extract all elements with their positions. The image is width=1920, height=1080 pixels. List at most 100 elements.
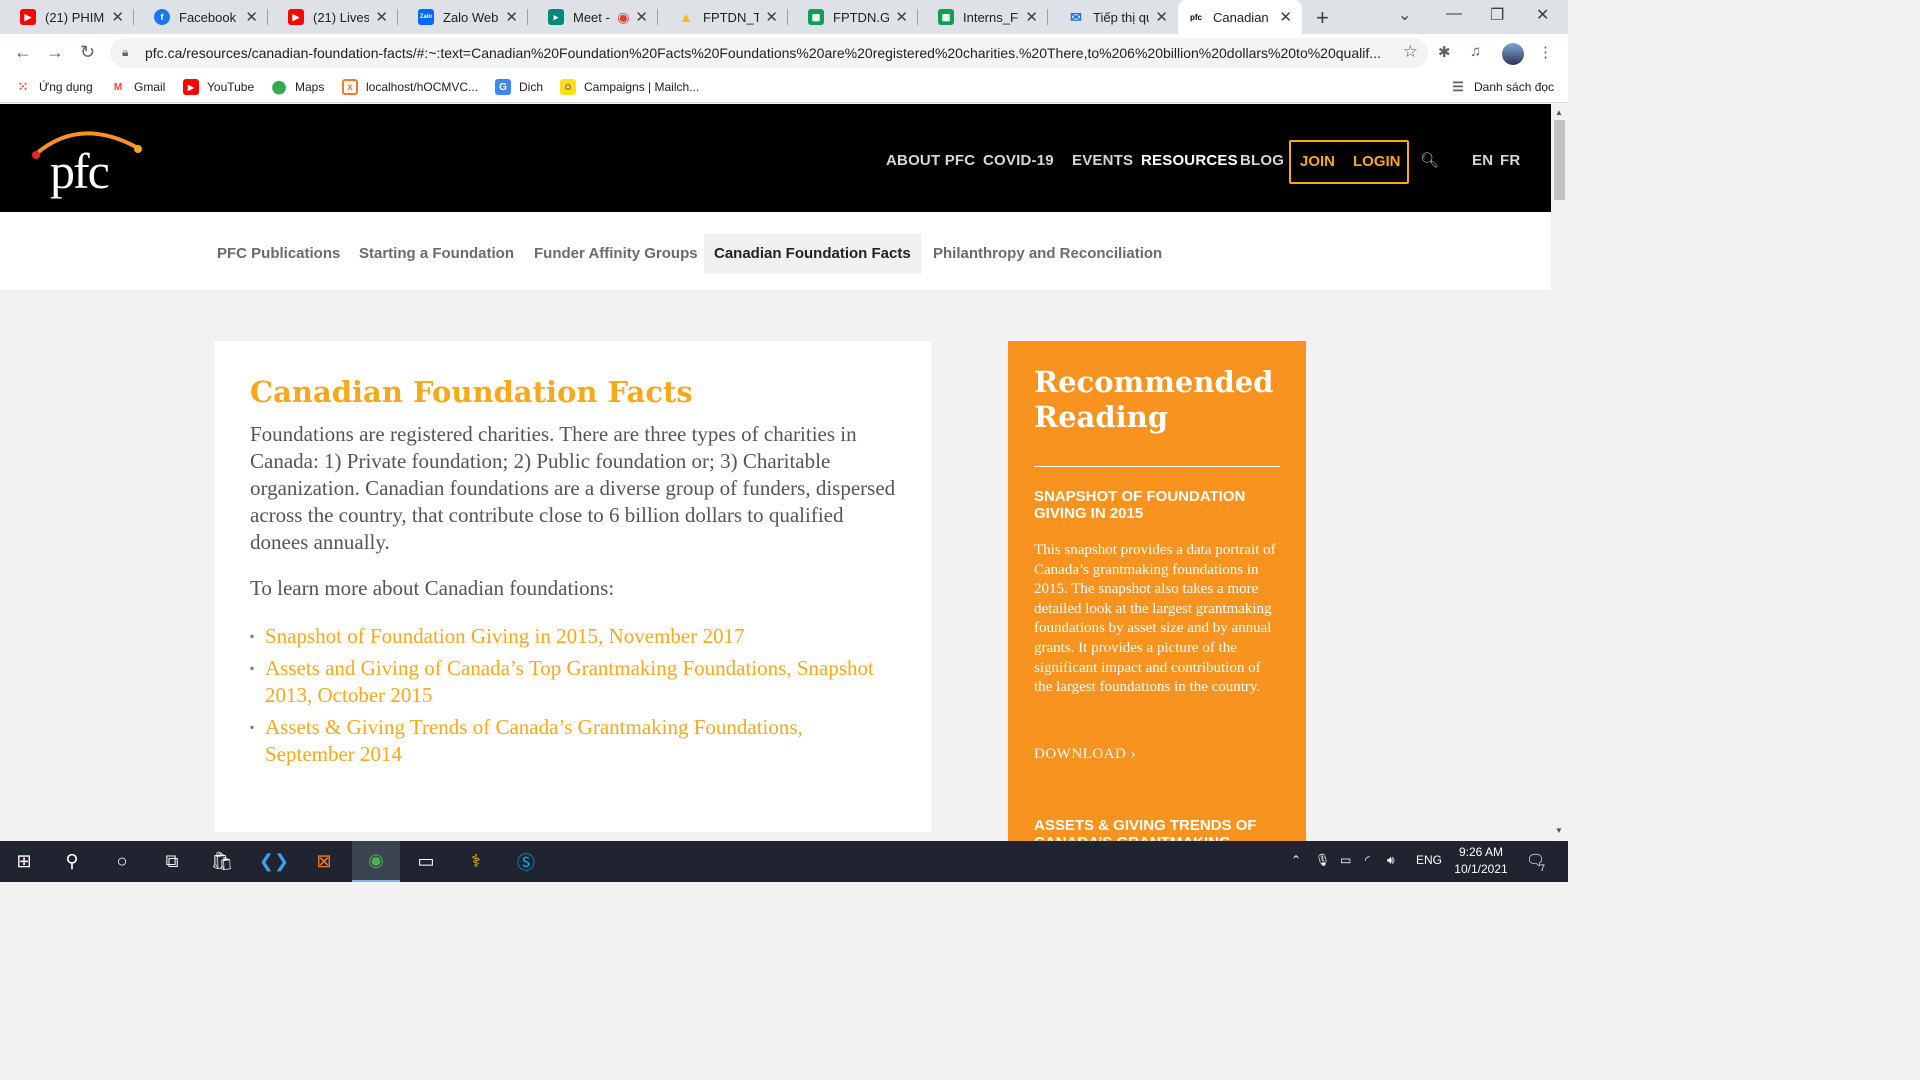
windows-start-icon[interactable]: ⊞ [0, 841, 48, 882]
join-login-box: JOIN LOGIN [1289, 140, 1409, 184]
nav-blog[interactable]: BLOG [1240, 152, 1284, 169]
media-control-icon[interactable]: ♫ [1470, 43, 1481, 60]
logo-text: pfc [50, 143, 110, 199]
publication-link[interactable]: Assets & Giving Trends of Canada’s Grant… [250, 714, 890, 768]
back-icon[interactable]: ← [14, 42, 32, 63]
youtube-icon: ▶ [288, 9, 304, 25]
minimize-icon[interactable]: — [1446, 5, 1462, 23]
python-icon[interactable]: ⚕ [452, 841, 500, 882]
close-tab-icon[interactable]: ✕ [895, 8, 908, 26]
close-tab-icon[interactable]: ✕ [765, 8, 778, 26]
bookmark-apps[interactable]: ⁙ Ứng dụng [15, 79, 93, 95]
close-tab-icon[interactable]: ✕ [1025, 8, 1038, 26]
recording-icon: ◉ [617, 8, 630, 25]
mailchimp-icon: ☺ [560, 79, 576, 95]
xampp-icon[interactable]: ⊠ [300, 841, 348, 882]
login-link[interactable]: LOGIN [1353, 153, 1401, 170]
lang-fr[interactable]: FR [1500, 152, 1520, 169]
sheets-icon: ▦ [808, 9, 824, 25]
close-tab-icon[interactable]: ✕ [635, 8, 648, 26]
close-tab-icon[interactable]: ✕ [111, 8, 124, 26]
clock[interactable]: 9:26 AM 10/1/2021 [1450, 844, 1512, 878]
sidebar-item-heading[interactable]: ASSETS & GIVING TRENDS OF CANADA’S GRANT… [1034, 817, 1280, 841]
subnav-philanthropy-reconciliation[interactable]: Philanthropy and Reconciliation [923, 234, 1172, 274]
publication-link[interactable]: Snapshot of Foundation Giving in 2015, N… [250, 623, 890, 650]
subnav-publications[interactable]: PFC Publications [207, 234, 350, 274]
battery-icon[interactable]: ▭ [1340, 853, 1351, 867]
nav-about[interactable]: ABOUT PFC [886, 152, 975, 169]
browser-tab[interactable]: ▶ (21) Livesho ✕ [268, 0, 398, 34]
volume-icon[interactable]: 🔊︎ [1387, 853, 1395, 868]
bookmark-translate[interactable]: G Dich [495, 79, 543, 95]
language-indicator[interactable]: ENG [1416, 853, 1442, 867]
menu-icon[interactable]: ⋮ [1538, 43, 1553, 61]
browser-tab-active[interactable]: pfc Canadian Fo ✕ [1178, 0, 1302, 34]
search-icon[interactable]: ⚲ [48, 841, 96, 882]
reading-list-button[interactable]: ☰ Danh sách đọc [1450, 79, 1554, 95]
subnav-funder-affinity[interactable]: Funder Affinity Groups [524, 234, 708, 274]
store-icon[interactable]: 🛍︎ [198, 841, 246, 882]
reload-icon[interactable]: ↻ [80, 42, 95, 63]
microphone-icon[interactable]: 🎙︎ [1315, 853, 1330, 867]
new-tab-icon[interactable]: + [1316, 5, 1329, 31]
terminal-icon[interactable]: ▭ [402, 841, 450, 882]
site-header: pfc ABOUT PFC COVID-19 EVENTS RESOURCES … [0, 104, 1551, 212]
sidebar-item-heading[interactable]: SNAPSHOT OF FOUNDATION GIVING IN 2015 [1034, 488, 1280, 522]
close-window-icon[interactable]: ✕ [1536, 5, 1549, 25]
scrollbar-thumb[interactable] [1554, 120, 1565, 200]
bookmark-star-icon[interactable]: ☆ [1403, 42, 1418, 62]
address-bar[interactable]: 🔒︎ pfc.ca/resources/canadian-foundation-… [110, 38, 1428, 68]
browser-tab[interactable]: ▶ (21) PHIM M ✕ [0, 0, 134, 34]
learn-more-text: To learn more about Canadian foundations… [250, 576, 615, 600]
publication-link[interactable]: Assets and Giving of Canada’s Top Grantm… [250, 655, 890, 709]
browser-tab[interactable]: Zalo Zalo Web ✕ [398, 0, 528, 34]
publication-links: Snapshot of Foundation Giving in 2015, N… [250, 623, 890, 773]
wifi-icon[interactable]: ◜ [1365, 853, 1370, 867]
close-tab-icon[interactable]: ✕ [375, 8, 388, 26]
pfc-icon: pfc [1190, 12, 1202, 22]
browser-tab[interactable]: ✉ Tiếp thị qua ✕ [1048, 0, 1178, 34]
pfc-logo[interactable]: pfc [30, 122, 150, 202]
scroll-down-icon[interactable]: ▼ [1555, 826, 1563, 835]
main-content-card: Canadian Foundation Facts Foundations ar… [214, 341, 932, 832]
restore-icon[interactable]: ❐ [1490, 5, 1504, 25]
nav-events[interactable]: EVENTS [1072, 152, 1133, 169]
extensions-icon[interactable]: ✱ [1438, 43, 1451, 61]
download-link[interactable]: DOWNLOAD › [1034, 746, 1136, 763]
close-tab-icon[interactable]: ✕ [245, 8, 258, 26]
vscode-icon[interactable]: ❮❯ [250, 841, 298, 882]
profile-avatar[interactable] [1502, 43, 1524, 65]
skype-icon[interactable]: Ⓢ [502, 841, 550, 882]
browser-tab[interactable]: ▦ Interns_FPTI ✕ [918, 0, 1048, 34]
close-tab-icon[interactable]: ✕ [505, 8, 518, 26]
task-view-icon[interactable]: ⧉ [148, 841, 196, 882]
lang-en[interactable]: EN [1472, 152, 1493, 169]
search-icon[interactable]: 🔍︎ [1420, 151, 1439, 169]
forward-icon[interactable]: → [46, 42, 64, 63]
subnav-starting-foundation[interactable]: Starting a Foundation [349, 234, 524, 274]
close-tab-icon[interactable]: ✕ [1279, 8, 1292, 26]
bookmark-localhost[interactable]: x localhost/hOCMVC... [342, 79, 478, 95]
scroll-up-icon[interactable]: ▲ [1555, 108, 1563, 117]
join-link[interactable]: JOIN [1300, 153, 1335, 170]
nav-resources[interactable]: RESOURCES [1141, 152, 1238, 169]
cortana-icon[interactable]: ○ [98, 841, 146, 882]
browser-tab[interactable]: f Facebook ✕ [134, 0, 268, 34]
recommended-reading-panel: Recommended Reading SNAPSHOT OF FOUNDATI… [1008, 341, 1306, 841]
browser-toolbar: ← → ↻ 🔒︎ pfc.ca/resources/canadian-found… [0, 34, 1568, 72]
bookmark-gmail[interactable]: M Gmail [110, 79, 166, 95]
lock-icon[interactable]: 🔒︎ [122, 45, 128, 60]
bookmark-mailchimp[interactable]: ☺ Campaigns | Mailch... [560, 79, 699, 95]
bookmark-maps[interactable]: ⬤ Maps [271, 79, 325, 95]
tray-chevron-icon[interactable]: ⌃ [1291, 853, 1301, 867]
browser-tab[interactable]: ▸ Meet - ◉ ✕ [528, 0, 658, 34]
close-tab-icon[interactable]: ✕ [1155, 8, 1168, 26]
browser-tab[interactable]: ▦ FPTDN.Grou ✕ [788, 0, 918, 34]
browser-tab[interactable]: ▲ FPTDN_Tear ✕ [658, 0, 788, 34]
nav-covid[interactable]: COVID-19 [983, 152, 1054, 169]
subnav-foundation-facts[interactable]: Canadian Foundation Facts [704, 234, 921, 274]
bookmark-youtube[interactable]: ▶ YouTube [183, 79, 254, 95]
tab-search-icon[interactable]: ⌄ [1398, 5, 1411, 25]
chrome-icon[interactable]: ◉ [352, 841, 400, 882]
page-scrollbar[interactable]: ▲ ▼ [1551, 104, 1568, 841]
